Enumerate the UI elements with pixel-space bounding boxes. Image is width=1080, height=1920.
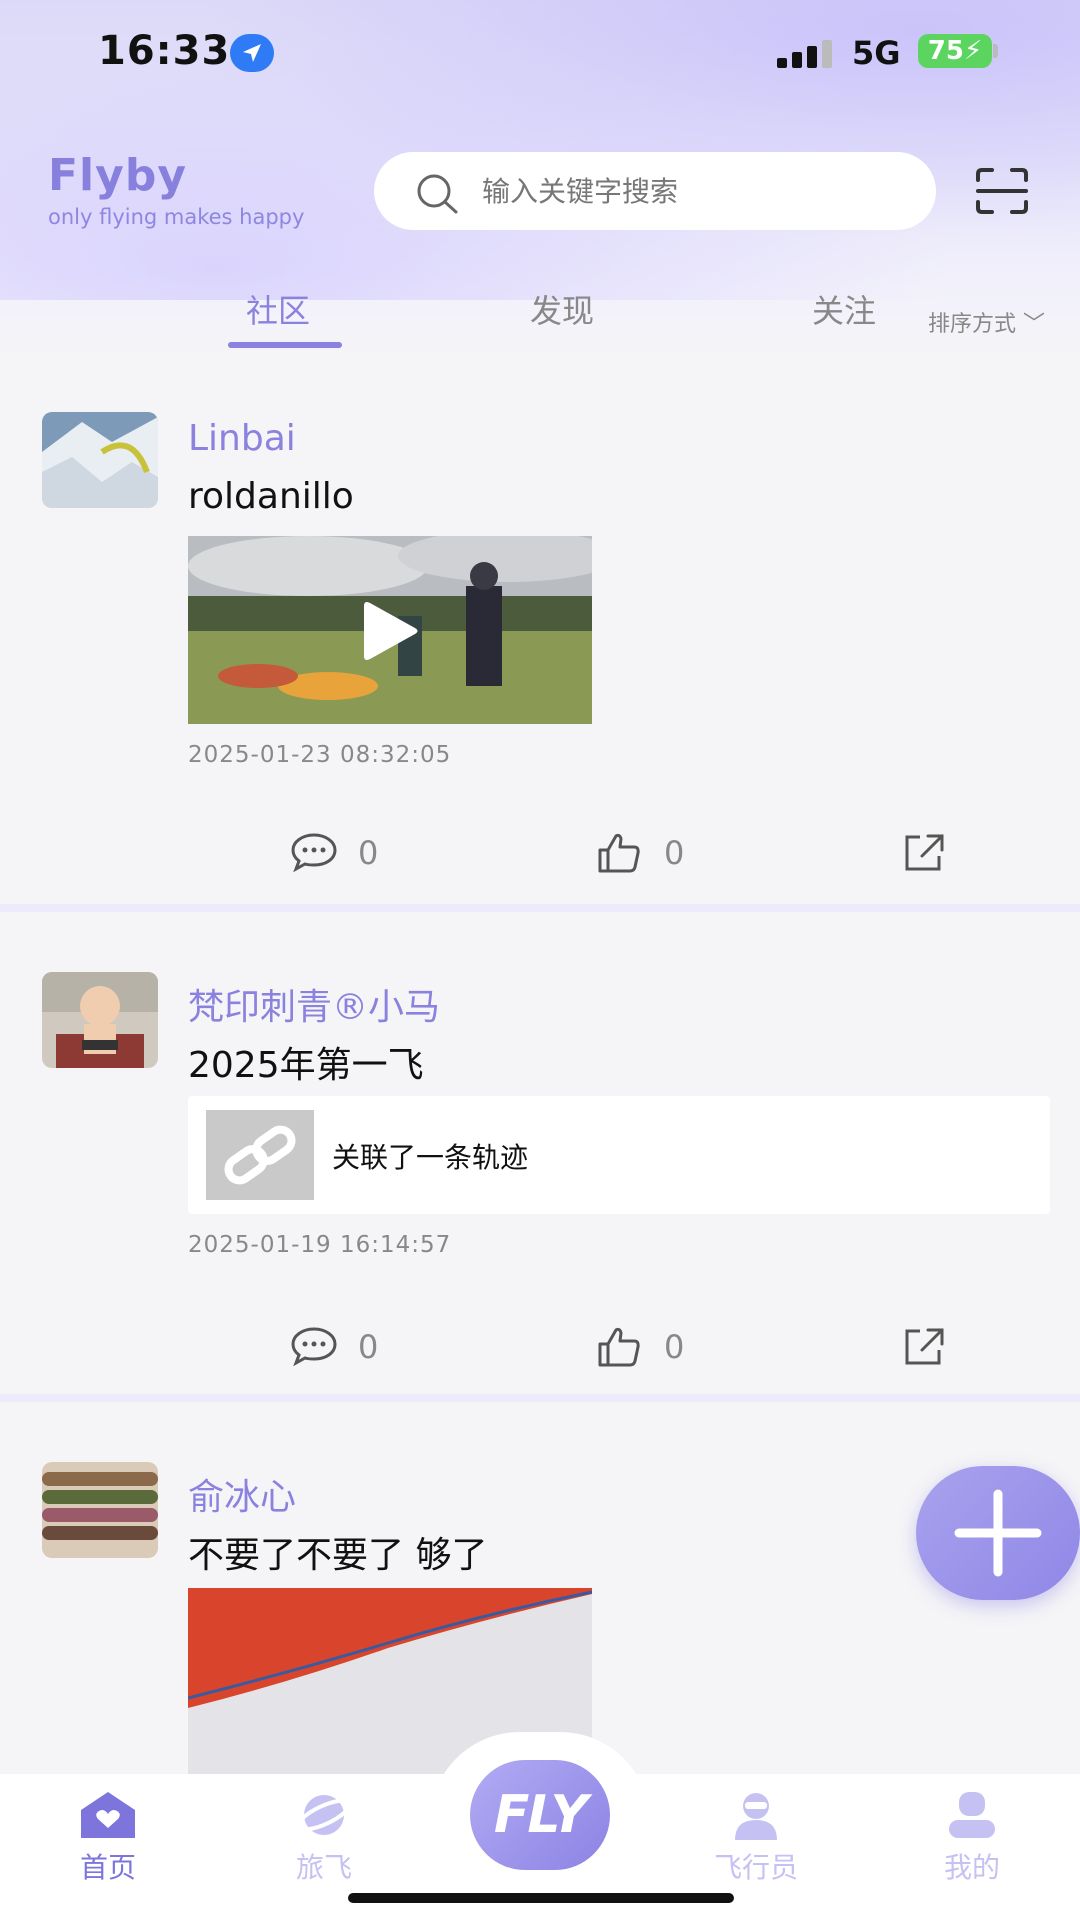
add-post-button[interactable] xyxy=(916,1466,1080,1600)
like-button[interactable]: 0 xyxy=(596,832,716,876)
tab-community[interactable]: 社区 xyxy=(246,286,310,332)
search-icon xyxy=(417,174,458,214)
status-time: 16:33 xyxy=(98,28,231,74)
post-timestamp: 2025-01-23 08:32:05 xyxy=(188,742,452,768)
home-icon xyxy=(79,1790,137,1840)
brand: Flyby only flying makes happy xyxy=(48,150,304,229)
sort-label: 排序方式 xyxy=(928,312,1017,337)
tab-discover[interactable]: 发现 xyxy=(530,286,594,332)
video-thumbnail[interactable] xyxy=(188,536,592,724)
scan-icon[interactable] xyxy=(974,166,1030,216)
battery-tip xyxy=(993,44,998,58)
comment-count: 0 xyxy=(358,834,379,872)
play-icon xyxy=(364,602,418,660)
nav-profile-label: 我的 xyxy=(943,1851,1000,1884)
planet-icon xyxy=(295,1790,353,1840)
nav-travel[interactable]: 旅飞 xyxy=(254,1790,394,1886)
post-card: 梵印刺青®小马 2025年第一飞 关联了一条轨迹 2025-01-19 16:1… xyxy=(0,912,1080,1402)
search-bar[interactable] xyxy=(374,152,936,230)
comment-button[interactable]: 0 xyxy=(290,1326,410,1370)
nav-pilots[interactable]: 飞行员 xyxy=(686,1790,826,1886)
plus-icon xyxy=(954,1489,1042,1577)
avatar[interactable] xyxy=(42,412,158,508)
post-author[interactable]: 梵印刺青®小马 xyxy=(188,978,440,1030)
fly-logo[interactable]: FLY xyxy=(470,1760,610,1870)
share-icon xyxy=(905,1328,944,1365)
post-author[interactable]: 俞冰心 xyxy=(188,1468,296,1520)
post-author[interactable]: Linbai xyxy=(188,418,296,459)
fly-logo-text: FLY xyxy=(493,1785,588,1845)
battery-level: 75 xyxy=(927,36,964,66)
post-text: roldanillo xyxy=(188,476,354,517)
track-link-card[interactable]: 关联了一条轨迹 xyxy=(188,1096,1050,1214)
nav-travel-label: 旅飞 xyxy=(295,1851,352,1884)
link-icon xyxy=(206,1110,314,1200)
comment-count: 0 xyxy=(358,1328,379,1366)
brand-subtitle: only flying makes happy xyxy=(48,205,305,229)
post-card: Linbai roldanillo 2025-01-23 08:32:05 0 xyxy=(0,358,1080,912)
comment-button[interactable]: 0 xyxy=(290,832,410,876)
network-type: 5G xyxy=(852,34,901,72)
chevron-down-icon: ﹀ xyxy=(1016,312,1046,337)
sort-dropdown[interactable]: 排序方式 ﹀ xyxy=(928,306,1045,338)
brand-title: Flyby xyxy=(48,150,187,201)
like-button[interactable]: 0 xyxy=(596,1326,716,1370)
share-button[interactable] xyxy=(902,832,946,876)
nav-home-label: 首页 xyxy=(79,1851,136,1884)
home-indicator xyxy=(348,1893,734,1903)
nav-profile[interactable]: 我的 xyxy=(902,1790,1042,1886)
signal-icon xyxy=(777,38,833,68)
nav-home[interactable]: 首页 xyxy=(38,1790,178,1886)
search-input[interactable] xyxy=(482,166,902,216)
location-icon xyxy=(230,34,274,72)
post-timestamp: 2025-01-19 16:14:57 xyxy=(188,1232,452,1258)
active-tab-indicator xyxy=(228,342,342,348)
profile-icon xyxy=(943,1790,1001,1840)
like-count: 0 xyxy=(664,834,685,872)
share-icon xyxy=(905,834,944,871)
pilot-icon xyxy=(727,1790,785,1840)
comment-icon xyxy=(291,833,337,872)
thumbs-up-icon xyxy=(598,833,640,873)
nav-pilots-label: 飞行员 xyxy=(713,1851,798,1884)
thumbs-up-icon xyxy=(598,1327,640,1367)
share-button[interactable] xyxy=(902,1326,946,1370)
post-text: 2025年第一飞 xyxy=(188,1045,424,1086)
avatar[interactable] xyxy=(42,972,158,1068)
avatar[interactable] xyxy=(42,1462,158,1558)
comment-icon xyxy=(291,1327,337,1366)
tab-following[interactable]: 关注 xyxy=(812,286,876,332)
status-bar: 16:33 5G 75⚡ xyxy=(0,0,1080,110)
battery-icon: 75⚡ xyxy=(918,34,992,68)
post-text: 不要了不要了 够了 xyxy=(188,1535,488,1576)
link-label: 关联了一条轨迹 xyxy=(332,1141,529,1174)
like-count: 0 xyxy=(664,1328,685,1366)
